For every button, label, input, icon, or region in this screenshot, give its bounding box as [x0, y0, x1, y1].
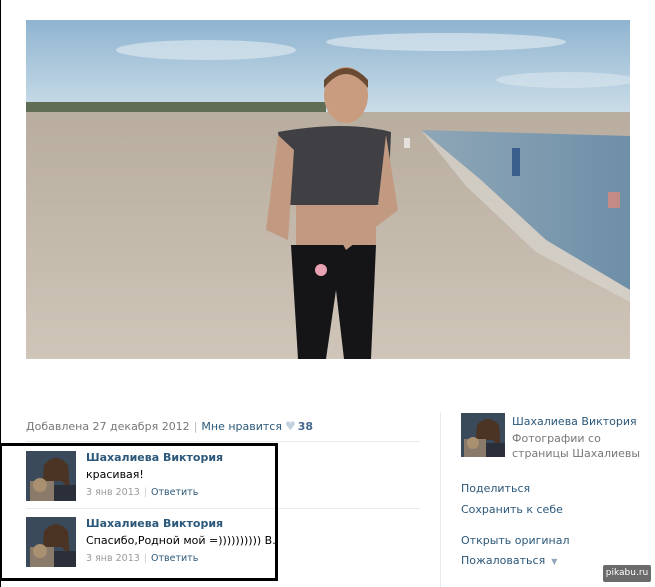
report-label: Пожаловаться [461, 554, 546, 567]
photo-meta: Добавлена 27 декабря 2012 | Мне нравится ♥ 3… [26, 419, 420, 435]
album-line-1: Фотографии со [512, 432, 601, 445]
owner-name-link[interactable]: Шахалиева Виктория [512, 415, 637, 428]
like-button[interactable]: Мне нравится [201, 420, 282, 433]
album-line-2: страницы Шахалиевы [512, 447, 641, 460]
save-link[interactable]: Сохранить к себе [461, 503, 563, 516]
added-date: Добавлена 27 декабря 2012 [26, 420, 190, 433]
owner-avatar-image [461, 413, 505, 457]
watermark: pikabu.ru [603, 565, 651, 582]
like-count[interactable]: 38 [298, 420, 313, 433]
heart-icon[interactable]: ♥ [285, 419, 296, 433]
owner-avatar[interactable] [461, 413, 505, 457]
chevron-down-icon: ▼ [551, 557, 558, 566]
separator: | [193, 420, 198, 433]
report-menu[interactable]: Пожаловаться ▼ [461, 554, 557, 567]
open-original-link[interactable]: Открыть оригинал [461, 534, 570, 547]
album-link[interactable]: Фотографии со страницы Шахалиевы [512, 431, 642, 461]
highlight-frame [0, 443, 278, 581]
beach-photo-image [26, 20, 630, 359]
share-link[interactable]: Поделиться [461, 482, 530, 495]
sidebar-divider [440, 412, 441, 587]
divider [26, 441, 420, 442]
main-photo[interactable] [26, 20, 630, 359]
